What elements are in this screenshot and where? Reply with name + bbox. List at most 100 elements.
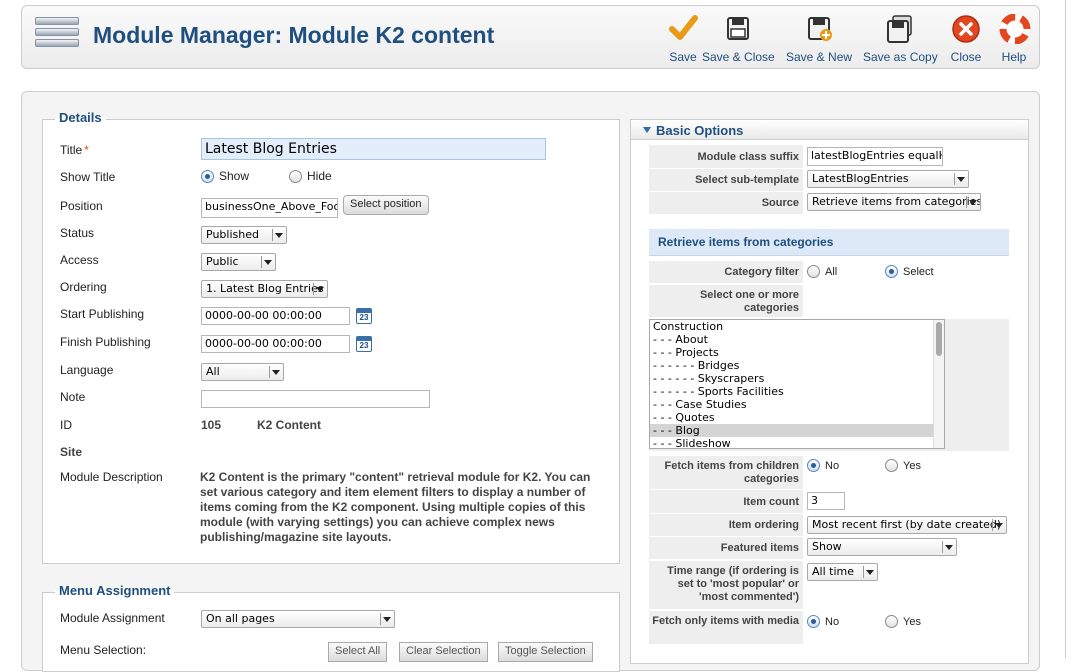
radio-yes[interactable] xyxy=(885,615,898,628)
scrollbar-thumb[interactable] xyxy=(936,322,942,356)
category-option[interactable]: - - - Case Studies xyxy=(650,398,944,411)
close-icon xyxy=(952,15,980,43)
module-description: K2 Content is the primary "content" retr… xyxy=(200,470,591,544)
title-input[interactable]: Latest Blog Entries xyxy=(201,138,546,160)
fetch-children-yes-option[interactable]: Yes xyxy=(885,459,921,472)
show-title-show-option[interactable]: Show xyxy=(201,169,249,183)
module-assignment-select[interactable]: On all pages xyxy=(201,610,395,628)
save-close-label: Save & Close xyxy=(702,50,775,64)
ordering-select[interactable]: 1. Latest Blog Entries xyxy=(201,280,328,298)
sub-template-row: Select sub-template LatestBlogEntries xyxy=(649,169,1009,191)
chevron-down-icon xyxy=(316,287,324,292)
category-option[interactable]: - - - Slideshow xyxy=(650,437,944,448)
status-select[interactable]: Published xyxy=(201,226,287,244)
category-option[interactable]: - - - About xyxy=(650,333,944,346)
basic-options-toggle[interactable]: Basic Options xyxy=(631,120,1028,140)
help-label: Help xyxy=(1001,50,1027,64)
chevron-down-icon xyxy=(275,233,283,238)
module-class-suffix-input[interactable]: latestBlogEntries equalHeig xyxy=(807,147,943,166)
calendar-icon[interactable]: 23 xyxy=(356,308,372,324)
source-select[interactable]: Retrieve items from categories xyxy=(807,193,981,211)
save-check-icon xyxy=(669,15,698,40)
category-option[interactable]: - - - - - - Skyscrapers xyxy=(650,372,944,385)
category-option[interactable]: - - - - - - Sports Facilities xyxy=(650,385,944,398)
category-filter-label: Category filter xyxy=(649,261,803,283)
menu-selection-label: Menu Selection: xyxy=(60,643,147,657)
radio-no[interactable] xyxy=(807,615,820,628)
close-button[interactable]: Close xyxy=(949,14,983,64)
id-value: 105 xyxy=(201,418,222,432)
time-range-select[interactable]: All time xyxy=(807,563,878,581)
show-title-hide-option[interactable]: Hide xyxy=(289,169,332,183)
item-ordering-row: Item ordering Most recent first (by date… xyxy=(649,514,1009,536)
category-filter-all-option[interactable]: All xyxy=(807,265,837,278)
category-filter-select-option[interactable]: Select xyxy=(885,265,934,278)
toggle-selection-button[interactable]: Toggle Selection xyxy=(498,642,593,662)
item-count-row: Item count 3 xyxy=(649,490,1009,513)
close-label: Close xyxy=(950,50,982,64)
chevron-down-icon xyxy=(995,523,1003,528)
radio-no[interactable] xyxy=(807,459,820,472)
save-as-copy-button[interactable]: Save as Copy xyxy=(863,14,938,64)
item-count-input[interactable]: 3 xyxy=(807,492,845,510)
save-close-button[interactable]: Save & Close xyxy=(702,14,775,64)
note-input[interactable] xyxy=(201,390,430,408)
subsection-heading: Retrieve items from categories xyxy=(649,229,1009,256)
chevron-down-icon xyxy=(866,570,874,575)
chevron-down-icon xyxy=(957,177,965,182)
sub-template-select[interactable]: LatestBlogEntries xyxy=(807,170,969,188)
radio-select[interactable] xyxy=(885,265,898,278)
position-label: Position xyxy=(60,199,103,213)
time-range-label: Time range (if ordering is set to 'most … xyxy=(649,561,803,609)
category-option[interactable]: - - - Quotes xyxy=(650,411,944,424)
save-copy-icon xyxy=(887,15,912,43)
finish-publishing-input[interactable]: 0000-00-00 00:00:00 xyxy=(201,335,350,353)
save-close-icon xyxy=(727,17,749,40)
radio-yes[interactable] xyxy=(885,459,898,472)
fetch-children-no-option[interactable]: No xyxy=(807,459,839,472)
details-fieldset: Details Title * Latest Blog Entries Show … xyxy=(42,110,620,564)
radio-all[interactable] xyxy=(807,265,820,278)
chevron-down-icon xyxy=(383,617,391,622)
select-all-button[interactable]: Select All xyxy=(328,642,388,662)
fetch-children-label: Fetch items from children categories xyxy=(649,456,803,489)
select-position-button[interactable]: Select position xyxy=(343,195,429,215)
category-option[interactable]: - - - - - - Bridges xyxy=(650,359,944,372)
module-manager-icon xyxy=(35,17,79,59)
save-new-label: Save & New xyxy=(786,50,853,64)
chevron-down-icon xyxy=(264,260,272,265)
help-button[interactable]: Help xyxy=(999,14,1031,64)
language-label: Language xyxy=(60,363,114,377)
item-ordering-select[interactable]: Most recent first (by date created) xyxy=(807,516,1007,534)
featured-items-row: Featured items Show xyxy=(649,537,1009,559)
clear-selection-button[interactable]: Clear Selection xyxy=(399,642,488,662)
category-filter-row: Category filter All Select xyxy=(649,261,1009,283)
radio-hide[interactable] xyxy=(289,170,302,183)
calendar-icon[interactable]: 23 xyxy=(356,336,372,352)
category-scrollbar[interactable] xyxy=(933,320,944,448)
save-button[interactable]: Save xyxy=(666,14,700,64)
start-publishing-input[interactable]: 0000-00-00 00:00:00 xyxy=(201,307,350,325)
category-option[interactable]: - - - Projects xyxy=(650,346,944,359)
page-title: Module Manager: Module K2 content xyxy=(93,22,495,48)
save-label: Save xyxy=(669,50,697,64)
select-categories-row: Select one or more categories xyxy=(649,285,1009,317)
language-select[interactable]: All xyxy=(201,363,284,381)
access-select[interactable]: Public xyxy=(201,253,276,271)
chevron-down-icon xyxy=(969,200,977,205)
fetch-media-yes-option[interactable]: Yes xyxy=(885,615,921,628)
category-option[interactable]: Construction xyxy=(650,320,944,333)
toolbar-header: Module Manager: Module K2 content Save S… xyxy=(21,5,1040,69)
fetch-media-no-option[interactable]: No xyxy=(807,615,839,628)
status-label: Status xyxy=(60,226,95,240)
featured-items-label: Featured items xyxy=(649,537,803,559)
radio-show[interactable] xyxy=(201,170,214,183)
source-row: Source Retrieve items from categories xyxy=(649,192,1009,214)
save-new-button[interactable]: Save & New xyxy=(786,14,853,64)
featured-items-select[interactable]: Show xyxy=(807,538,957,556)
category-option-selected[interactable]: - - - Blog xyxy=(650,424,944,437)
module-type: K2 Content xyxy=(257,418,321,432)
module-description-label: Module Description xyxy=(60,470,163,484)
position-input[interactable]: businessOne_Above_Footer xyxy=(201,198,338,218)
category-multiselect[interactable]: Construction - - - About - - - Projects … xyxy=(649,319,945,449)
